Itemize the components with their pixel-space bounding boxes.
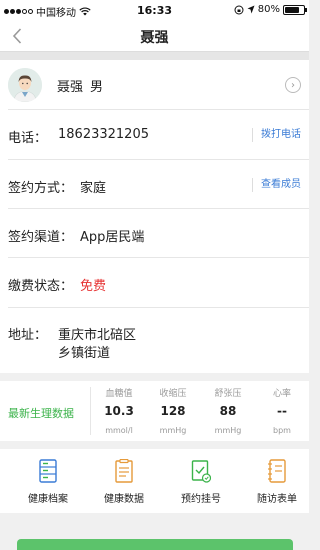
battery-percent: 80% <box>257 4 280 15</box>
channel-label: 签约渠道： <box>8 230 74 245</box>
metric-label: 血糖值 <box>105 389 133 399</box>
feature-followup-form[interactable]: 随访表单 <box>242 449 312 513</box>
metric-value: 128 <box>160 404 186 418</box>
metric-unit: mmol/l <box>105 426 133 435</box>
view-members-button[interactable]: 查看成员 <box>252 178 301 192</box>
battery-fill <box>285 6 300 13</box>
metric-unit: mmHg <box>159 426 187 435</box>
user-avatar-icon <box>8 68 42 102</box>
feature-grid: 健康档案 健康数据 预约挂号 随访表单 <box>0 449 309 513</box>
payment-value: 免费 <box>80 279 107 294</box>
patient-gender: 男 <box>90 80 104 95</box>
profile-row[interactable]: 聂强 男 › <box>8 60 309 110</box>
location-icon <box>247 5 255 14</box>
feature-health-record[interactable]: 健康档案 <box>13 449 83 513</box>
sign-type-row: 签约方式： 家庭 查看成员 <box>8 160 309 209</box>
feature-label: 健康档案 <box>28 494 68 505</box>
payment-label: 缴费状态： <box>8 279 74 294</box>
appointment-icon <box>191 460 211 483</box>
call-button[interactable]: 拨打电话 <box>252 128 301 142</box>
vitals-title: 最新生理数据 <box>8 407 74 420</box>
followup-form-icon <box>268 459 286 483</box>
nav-bar: 聂强 <box>0 20 309 52</box>
vitals-divider <box>90 387 91 435</box>
metric-unit: mmHg <box>214 426 242 435</box>
rotation-lock-icon <box>234 5 244 14</box>
metric-value: 10.3 <box>104 404 134 418</box>
address-line-1: 重庆市北碚区 <box>58 328 137 343</box>
health-record-icon <box>39 459 57 483</box>
feature-health-data[interactable]: 健康数据 <box>89 449 159 513</box>
metric-value: 88 <box>219 404 237 418</box>
payment-row: 缴费状态： 免费 <box>8 258 309 308</box>
channel-value: App居民端 <box>80 230 145 245</box>
status-right: 80% <box>234 4 307 15</box>
feature-label: 随访表单 <box>257 494 297 505</box>
metric-value: -- <box>277 404 287 418</box>
metric-unit: bpm <box>273 426 291 435</box>
feature-label: 预约挂号 <box>181 494 221 505</box>
metric-label: 心率 <box>272 389 291 399</box>
page-title: 聂强 <box>140 30 169 46</box>
health-data-icon <box>115 459 133 483</box>
metric-label: 舒张压 <box>214 389 242 399</box>
profile-info-section: 聂强 男 › 电话： 18623321205 拨打电话 签约方式： 家庭 查看成… <box>0 60 309 373</box>
metric-label: 收缩压 <box>159 389 187 399</box>
patient-name: 聂强 <box>57 80 84 95</box>
vitals-section[interactable]: 最新生理数据 血糖值 10.3 mmol/l 收缩压 128 mmHg 舒张压 … <box>0 381 309 441</box>
phone-row: 电话： 18623321205 拨打电话 <box>8 110 309 160</box>
phone-label: 电话： <box>8 131 48 146</box>
sign-type-label: 签约方式： <box>8 181 74 196</box>
bottom-action-button[interactable] <box>17 539 293 550</box>
avatar <box>8 68 42 102</box>
status-bar: 中国移动 16:33 80% <box>0 0 309 20</box>
section-gap <box>0 52 309 60</box>
chevron-right-icon[interactable]: › <box>285 77 301 93</box>
battery-icon <box>283 4 307 15</box>
feature-appointment[interactable]: 预约挂号 <box>166 449 236 513</box>
address-label: 地址： <box>8 328 48 343</box>
channel-row: 签约渠道： App居民端 <box>8 209 309 258</box>
phone-value: 18623321205 <box>58 127 149 142</box>
address-line-2: 乡镇街道 <box>58 346 111 361</box>
sign-type-value: 家庭 <box>80 181 107 196</box>
address-row: 地址： 重庆市北碚区 乡镇街道 <box>8 308 309 373</box>
feature-label: 健康数据 <box>104 494 144 505</box>
